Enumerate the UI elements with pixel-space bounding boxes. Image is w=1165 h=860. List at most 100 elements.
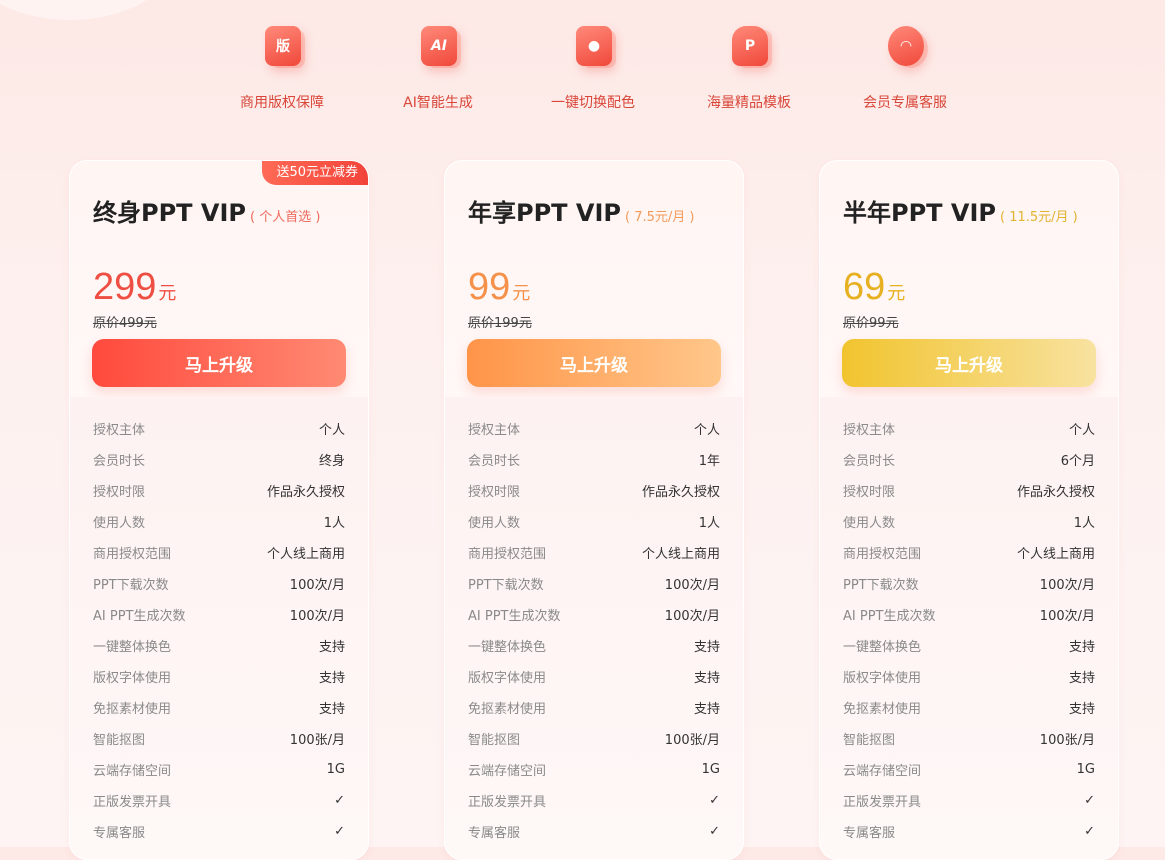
feature-label: 一键切换配色 — [551, 95, 635, 111]
plan-price: 299 元 — [93, 266, 177, 308]
benefit-row: 授权主体 个人 — [445, 413, 743, 444]
benefit-label: AI PPT生成次数 — [843, 609, 936, 624]
benefit-label: 智能抠图 — [93, 733, 146, 748]
benefit-row: 授权时限 作品永久授权 — [445, 475, 743, 506]
benefit-label: 会员时长 — [468, 454, 521, 469]
benefit-row: 使用人数 1人 — [445, 506, 743, 537]
feature-item-ai: AI AI智能生成 — [368, 20, 508, 112]
benefit-value: 1年 — [698, 454, 720, 469]
benefit-label: 授权主体 — [468, 423, 521, 438]
benefit-value: 支持 — [693, 702, 720, 717]
benefit-value: 100次/月 — [664, 609, 720, 624]
feature-label: 海量精品模板 — [707, 95, 791, 111]
benefit-value: 100次/月 — [1039, 578, 1095, 593]
benefit-row: 正版发票开具 ✓ — [820, 785, 1118, 816]
benefit-value: 1G — [1076, 762, 1095, 777]
benefit-value: ✓ — [709, 793, 720, 808]
benefit-value: 支持 — [1068, 671, 1095, 686]
benefit-label: 会员时长 — [93, 454, 146, 469]
benefit-value: ✓ — [1084, 793, 1095, 808]
benefit-row: 正版发票开具 ✓ — [445, 785, 743, 816]
benefit-row: PPT下载次数 100次/月 — [820, 568, 1118, 599]
benefit-value: 个人 — [1068, 423, 1095, 438]
benefit-list: 授权主体 个人 会员时长 6个月 授权时限 作品永久授权 使用人数 1人 商用授权范围 个人线上商… — [820, 397, 1118, 847]
benefit-label: 授权主体 — [93, 423, 146, 438]
benefit-value: 100张/月 — [289, 733, 345, 748]
benefit-row: 一键整体换色 支持 — [445, 630, 743, 661]
original-price: 原价199元 — [468, 316, 532, 331]
benefit-label: 一键整体换色 — [468, 640, 547, 655]
benefit-label: 使用人数 — [468, 516, 521, 531]
benefit-label: 版权字体使用 — [468, 671, 547, 686]
benefit-row: 授权主体 个人 — [820, 413, 1118, 444]
benefit-row: 使用人数 1人 — [70, 506, 368, 537]
benefit-row: 商用授权范围 个人线上商用 — [820, 537, 1118, 568]
benefit-value: 100次/月 — [289, 609, 345, 624]
plan-card-lifetime: 送50元立减券 终身PPT VIP( 个人首选 ) 299 元 原价499元 马上… — [69, 160, 369, 860]
benefit-label: 版权字体使用 — [843, 671, 922, 686]
benefit-value: 个人 — [693, 423, 720, 438]
benefit-value: 个人线上商用 — [641, 547, 720, 562]
feature-item-copyright: 版 商用版权保障 — [212, 20, 352, 112]
benefit-row: 云端存储空间 1G — [820, 754, 1118, 785]
benefit-label: 使用人数 — [843, 516, 896, 531]
benefit-row: AI PPT生成次数 100次/月 — [820, 599, 1118, 630]
benefit-row: 专属客服 ✓ — [445, 816, 743, 847]
upgrade-button[interactable]: 马上升级 — [92, 339, 346, 387]
benefit-label: 正版发票开具 — [468, 795, 547, 810]
feature-highlights: 版 商用版权保障 AI AI智能生成 ● 一键切换配色 P 海量精品模板 ◠ 会… — [0, 0, 1165, 130]
benefit-label: PPT下载次数 — [843, 578, 919, 593]
plan-subtitle: ( 个人首选 ) — [250, 210, 321, 225]
benefit-value: 个人线上商用 — [1016, 547, 1095, 562]
benefit-label: 一键整体换色 — [93, 640, 172, 655]
benefit-row: PPT下载次数 100次/月 — [70, 568, 368, 599]
benefit-label: 云端存储空间 — [843, 764, 922, 779]
benefit-value: 1人 — [323, 516, 345, 531]
benefit-label: 云端存储空间 — [93, 764, 172, 779]
benefit-label: 专属客服 — [468, 826, 521, 841]
benefit-row: 智能抠图 100张/月 — [820, 723, 1118, 754]
benefit-value: 100次/月 — [289, 578, 345, 593]
benefit-label: AI PPT生成次数 — [93, 609, 186, 624]
plan-price: 99 元 — [468, 266, 531, 308]
ai-icon: AI — [411, 20, 465, 74]
benefit-row: 云端存储空间 1G — [70, 754, 368, 785]
benefit-value: 作品永久授权 — [641, 485, 720, 500]
benefit-value: ✓ — [1084, 824, 1095, 839]
plan-card-half-year: 半年PPT VIP( 11.5元/月 ) 69 元 原价99元 马上升级 授权主体… — [819, 160, 1119, 860]
benefit-value: 100次/月 — [664, 578, 720, 593]
benefit-value: 个人线上商用 — [266, 547, 345, 562]
benefit-row: 商用授权范围 个人线上商用 — [70, 537, 368, 568]
benefit-label: 授权主体 — [843, 423, 896, 438]
benefit-row: 免抠素材使用 支持 — [445, 692, 743, 723]
upgrade-button[interactable]: 马上升级 — [467, 339, 721, 387]
feature-item-service: ◠ 会员专属客服 — [835, 20, 975, 112]
benefit-label: 授权时限 — [468, 485, 521, 500]
benefit-row: 商用授权范围 个人线上商用 — [445, 537, 743, 568]
benefit-row: 免抠素材使用 支持 — [820, 692, 1118, 723]
benefit-row: 智能抠图 100张/月 — [70, 723, 368, 754]
coupon-badge: 送50元立减券 — [262, 161, 368, 185]
plan-title: 半年PPT VIP( 11.5元/月 ) — [843, 199, 1078, 227]
benefit-label: 专属客服 — [93, 826, 146, 841]
upgrade-button[interactable]: 马上升级 — [842, 339, 1096, 387]
benefit-value: 100张/月 — [664, 733, 720, 748]
benefit-value: 100张/月 — [1039, 733, 1095, 748]
benefit-label: 使用人数 — [93, 516, 146, 531]
plan-title: 年享PPT VIP( 7.5元/月 ) — [468, 199, 695, 227]
feature-label: 会员专属客服 — [863, 95, 947, 111]
customer-service-icon: ◠ — [878, 20, 932, 74]
feature-item-color: ● 一键切换配色 — [523, 20, 663, 112]
benefit-value: 支持 — [318, 671, 345, 686]
benefit-label: 一键整体换色 — [843, 640, 922, 655]
benefit-row: 会员时长 终身 — [70, 444, 368, 475]
benefit-value: 支持 — [1068, 702, 1095, 717]
benefit-row: 免抠素材使用 支持 — [70, 692, 368, 723]
benefit-row: AI PPT生成次数 100次/月 — [445, 599, 743, 630]
benefit-label: PPT下载次数 — [468, 578, 544, 593]
benefit-row: 专属客服 ✓ — [70, 816, 368, 847]
benefit-value: ✓ — [709, 824, 720, 839]
benefit-value: 支持 — [693, 640, 720, 655]
benefit-label: 免抠素材使用 — [468, 702, 547, 717]
benefit-list: 授权主体 个人 会员时长 终身 授权时限 作品永久授权 使用人数 1人 商用授权范围 个人线上商用… — [70, 397, 368, 847]
